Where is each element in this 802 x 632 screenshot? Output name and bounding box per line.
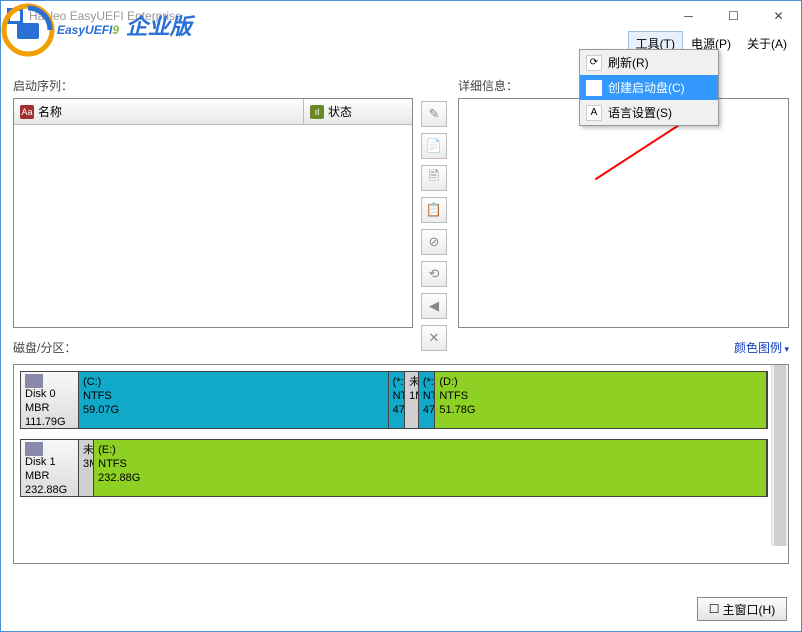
disk-icon [25, 442, 43, 456]
window-title: Hasleo EasyUEFI Enterprise [29, 9, 666, 23]
tool-new-button[interactable]: 📄 [421, 133, 447, 159]
boot-col-status-label: 状态 [328, 103, 352, 120]
detail-box [458, 98, 789, 328]
tool-clipboard-button[interactable]: 📋 [421, 197, 447, 223]
disk-icon [25, 374, 43, 388]
partition[interactable]: 未3M [79, 440, 94, 496]
partition[interactable]: (E:)NTFS232.88G [94, 440, 767, 496]
boot-sequence-table[interactable]: Aa 名称 ıl 状态 [13, 98, 413, 328]
partition[interactable]: 未1M [405, 372, 419, 428]
dropdown-refresh-label: 刷新(R) [608, 54, 649, 71]
disk-info: Disk 1MBR232.88G [21, 440, 79, 496]
tool-doc-button[interactable]: 🖹 [421, 165, 447, 191]
dropdown-language-label: 语言设置(S) [608, 104, 672, 121]
disk-partition-label: 磁盘/分区： [13, 339, 76, 356]
disk-row[interactable]: Disk 0MBR111.79G(C:)NTFS59.07G(*:)NT479未… [20, 371, 768, 429]
dropdown-create-boot-disk[interactable]: ◉ 创建启动盘(C) [580, 75, 718, 100]
app-icon [7, 8, 23, 24]
tool-edit-button[interactable]: ✎ [421, 101, 447, 127]
boot-col-name[interactable]: Aa 名称 [14, 99, 304, 124]
partition[interactable]: (*:)NT479 [389, 372, 406, 428]
boot-table-header: Aa 名称 ıl 状态 [14, 99, 412, 125]
tool-back-button[interactable]: ◀ [421, 293, 447, 319]
dropdown-create-boot-label: 创建启动盘(C) [608, 79, 685, 96]
name-column-icon: Aa [20, 105, 34, 119]
partition-strip: (C:)NTFS59.07G(*:)NT479未1M(*:)NT474(D:)N… [79, 372, 767, 428]
boot-sequence-label: 启动序列： [13, 77, 413, 94]
entry-toolbar: ✎ 📄 🖹 📋 ⊘ ⟲ ◀ ✕ [421, 101, 449, 351]
boot-sequence-panel: 启动序列： Aa 名称 ıl 状态 [13, 77, 413, 328]
window-icon: ☐ [709, 602, 720, 616]
disk-list: Disk 0MBR111.79G(C:)NTFS59.07G(*:)NT479未… [13, 364, 789, 564]
menu-about[interactable]: 关于(A) [739, 31, 795, 56]
close-button[interactable]: ✕ [756, 1, 801, 31]
dropdown-language[interactable]: A 语言设置(S) [580, 100, 718, 125]
color-legend-link[interactable]: 颜色图例 [734, 339, 789, 360]
tool-disable-button[interactable]: ⊘ [421, 229, 447, 255]
vertical-scrollbar[interactable] [771, 365, 788, 546]
refresh-icon: ⟳ [586, 55, 602, 71]
partition[interactable]: (C:)NTFS59.07G [79, 372, 389, 428]
minimize-button[interactable]: ─ [666, 1, 711, 31]
disk-icon: ◉ [586, 80, 602, 96]
title-bar: Hasleo EasyUEFI Enterprise ─ ☐ ✕ [1, 1, 801, 31]
language-icon: A [586, 105, 602, 121]
tools-dropdown: ⟳ 刷新(R) ◉ 创建启动盘(C) A 语言设置(S) [579, 49, 719, 126]
disk-partition-panel: 磁盘/分区： 颜色图例 Disk 0MBR111.79G(C:)NTFS59.0… [13, 339, 789, 564]
boot-col-name-label: 名称 [38, 103, 62, 120]
main-window-button[interactable]: ☐ 主窗口(H) [697, 597, 787, 621]
partition-strip: 未3M(E:)NTFS232.88G [79, 440, 767, 496]
footer: ☐ 主窗口(H) [697, 597, 787, 621]
disk-row[interactable]: Disk 1MBR232.88G未3M(E:)NTFS232.88G [20, 439, 768, 497]
boot-col-status[interactable]: ıl 状态 [304, 99, 412, 124]
partition[interactable]: (D:)NTFS51.78G [435, 372, 767, 428]
partition[interactable]: (*:)NT474 [419, 372, 436, 428]
status-column-icon: ıl [310, 105, 324, 119]
disk-info: Disk 0MBR111.79G [21, 372, 79, 428]
maximize-button[interactable]: ☐ [711, 1, 756, 31]
main-window-label: 主窗口(H) [723, 601, 776, 618]
content-area: 启动序列： Aa 名称 ıl 状态 ✎ 📄 🖹 📋 ⊘ ⟲ ◀ ✕ 详细信息： [13, 71, 789, 583]
tool-refresh-button[interactable]: ⟲ [421, 261, 447, 287]
dropdown-refresh[interactable]: ⟳ 刷新(R) [580, 50, 718, 75]
